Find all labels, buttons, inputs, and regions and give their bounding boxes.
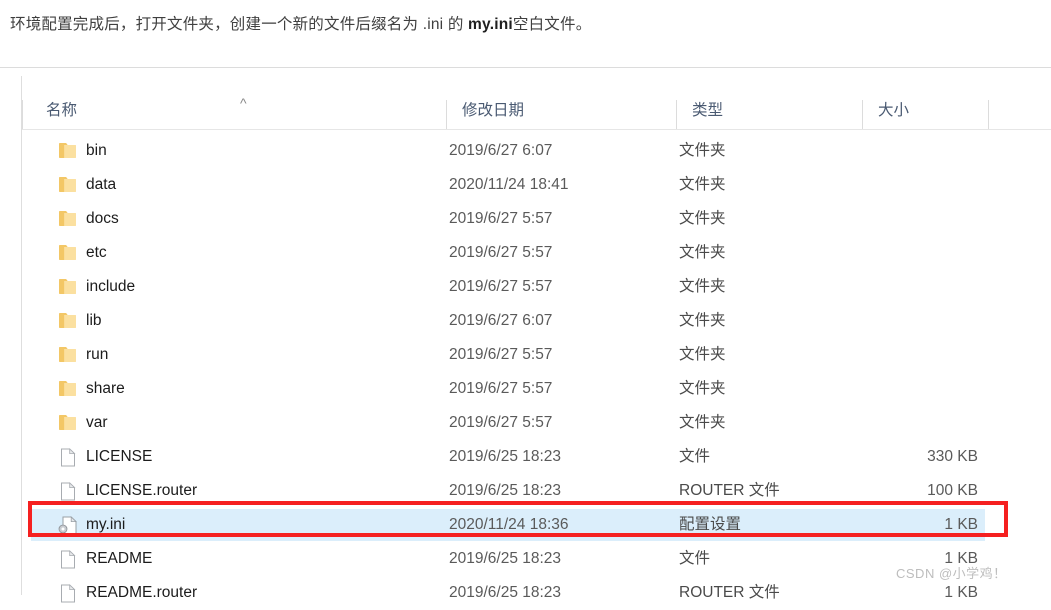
file-name-cell[interactable]: LICENSE xyxy=(86,440,152,474)
date-modified-cell: 2019/6/25 18:23 xyxy=(449,584,562,601)
file-type-cell: 文件夹 xyxy=(679,210,726,227)
date-modified-cell: 2019/6/27 5:57 xyxy=(449,414,553,431)
file-list-row[interactable]: README.router 2019/6/25 18:23 ROUTER 文件 1 K… xyxy=(0,576,1051,610)
date-modified-cell: 2019/6/27 5:57 xyxy=(449,210,553,227)
folder-icon xyxy=(58,210,78,229)
file-size-cell: 1 KB xyxy=(944,516,978,533)
file-name-cell[interactable]: run xyxy=(86,338,108,372)
date-modified-cell: 2019/6/27 5:57 xyxy=(449,346,553,363)
date-modified-cell: 2020/11/24 18:41 xyxy=(449,176,569,193)
file-list[interactable]: bin 2019/6/27 6:07 文件夹 data 2020/11/24 18:41… xyxy=(0,134,1051,610)
file-list-row[interactable]: README 2019/6/25 18:23 文件 1 KB xyxy=(0,542,1051,576)
file-name-cell[interactable]: lib xyxy=(86,304,102,338)
file-type-cell: 文件夹 xyxy=(679,380,726,397)
file-name-cell[interactable]: var xyxy=(86,406,108,440)
file-list-row[interactable]: LICENSE.router 2019/6/25 18:23 ROUTER 文件 10… xyxy=(0,474,1051,508)
file-list-row[interactable]: docs 2019/6/27 5:57 文件夹 xyxy=(0,202,1051,236)
file-type-cell: 文件夹 xyxy=(679,414,726,431)
column-header-type[interactable]: 类型 xyxy=(692,98,723,120)
file-name-cell[interactable]: README.router xyxy=(86,576,197,610)
file-explorer-list-view: 名称 ^ 修改日期 类型 大小 bin 2019/6/27 6:07 文件夹 data… xyxy=(0,67,1051,603)
column-header-date-modified[interactable]: 修改日期 xyxy=(462,98,524,120)
date-modified-cell: 2019/6/27 6:07 xyxy=(449,142,553,159)
csdn-watermark: CSDN @小学鸡！ xyxy=(896,566,1007,581)
file-list-row[interactable]: LICENSE 2019/6/25 18:23 文件 330 KB xyxy=(0,440,1051,474)
file-type-cell: 文件夹 xyxy=(679,312,726,329)
instruction-text: 环境配置完成后，打开文件夹，创建一个新的文件后缀名为 .ini 的 my.ini… xyxy=(10,14,591,36)
instruction-text-before: 环境配置完成后，打开文件夹，创建一个新的文件后缀名为 .ini 的 xyxy=(10,16,469,33)
file-type-cell: 文件夹 xyxy=(679,176,726,193)
config-file-icon xyxy=(58,516,78,535)
file-name-cell[interactable]: etc xyxy=(86,236,107,270)
instruction-text-after: 空白文件。 xyxy=(512,16,592,33)
date-modified-cell: 2019/6/27 5:57 xyxy=(449,278,553,295)
file-icon xyxy=(58,448,78,467)
file-name-cell[interactable]: README xyxy=(86,542,152,576)
folder-icon xyxy=(58,142,78,161)
column-separator-date[interactable] xyxy=(446,100,447,130)
date-modified-cell: 2019/6/25 18:23 xyxy=(449,482,562,499)
file-type-cell: 文件 xyxy=(679,448,711,465)
column-separator-right[interactable] xyxy=(988,100,989,130)
file-name-cell[interactable]: bin xyxy=(86,134,107,168)
file-list-row[interactable]: run 2019/6/27 5:57 文件夹 xyxy=(0,338,1051,372)
file-type-cell: 文件夹 xyxy=(679,278,726,295)
file-list-row[interactable]: data 2020/11/24 18:41 文件夹 xyxy=(0,168,1051,202)
file-type-cell: ROUTER 文件 xyxy=(679,482,780,499)
file-size-cell: 100 KB xyxy=(927,482,978,499)
column-header-row: 名称 ^ 修改日期 类型 大小 xyxy=(0,86,1051,130)
file-icon xyxy=(58,482,78,501)
file-list-row[interactable]: etc 2019/6/27 5:57 文件夹 xyxy=(0,236,1051,270)
file-list-row[interactable]: my.ini 2020/11/24 18:36 配置设置 1 KB xyxy=(0,508,1051,542)
column-separator-type[interactable] xyxy=(676,100,677,130)
file-type-cell: 配置设置 xyxy=(679,516,742,533)
folder-icon xyxy=(58,176,78,195)
folder-icon xyxy=(58,346,78,365)
folder-icon xyxy=(58,414,78,433)
folder-icon xyxy=(58,244,78,263)
folder-icon xyxy=(58,278,78,297)
file-list-row[interactable]: share 2019/6/27 5:57 文件夹 xyxy=(0,372,1051,406)
column-separator-size[interactable] xyxy=(862,100,863,130)
date-modified-cell: 2019/6/25 18:23 xyxy=(449,550,562,567)
file-type-cell: 文件夹 xyxy=(679,244,726,261)
column-separator-left xyxy=(22,100,23,130)
file-size-cell: 330 KB xyxy=(927,448,978,465)
file-list-row[interactable]: bin 2019/6/27 6:07 文件夹 xyxy=(0,134,1051,168)
date-modified-cell: 2020/11/24 18:36 xyxy=(449,516,569,533)
file-list-row[interactable]: var 2019/6/27 5:57 文件夹 xyxy=(0,406,1051,440)
date-modified-cell: 2019/6/27 6:07 xyxy=(449,312,553,329)
file-type-cell: 文件 xyxy=(679,550,711,567)
column-header-size[interactable]: 大小 xyxy=(878,98,909,120)
instruction-filename-bold: my.ini xyxy=(468,16,513,33)
sort-ascending-caret-icon: ^ xyxy=(240,95,247,111)
file-name-cell[interactable]: LICENSE.router xyxy=(86,474,197,508)
date-modified-cell: 2019/6/27 5:57 xyxy=(449,244,553,261)
date-modified-cell: 2019/6/25 18:23 xyxy=(449,448,562,465)
file-type-cell: ROUTER 文件 xyxy=(679,584,780,601)
column-header-name[interactable]: 名称 xyxy=(46,98,77,120)
column-header-underline xyxy=(22,129,1051,130)
file-type-cell: 文件夹 xyxy=(679,346,726,363)
file-list-row[interactable]: include 2019/6/27 5:57 文件夹 xyxy=(0,270,1051,304)
file-name-cell[interactable]: docs xyxy=(86,202,119,236)
file-name-cell[interactable]: my.ini xyxy=(86,508,125,542)
file-type-cell: 文件夹 xyxy=(679,142,726,159)
file-icon xyxy=(58,550,78,569)
file-list-row[interactable]: lib 2019/6/27 6:07 文件夹 xyxy=(0,304,1051,338)
folder-icon xyxy=(58,380,78,399)
folder-icon xyxy=(58,312,78,331)
date-modified-cell: 2019/6/27 5:57 xyxy=(449,380,553,397)
file-name-cell[interactable]: data xyxy=(86,168,116,202)
file-name-cell[interactable]: include xyxy=(86,270,135,304)
file-name-cell[interactable]: share xyxy=(86,372,125,406)
